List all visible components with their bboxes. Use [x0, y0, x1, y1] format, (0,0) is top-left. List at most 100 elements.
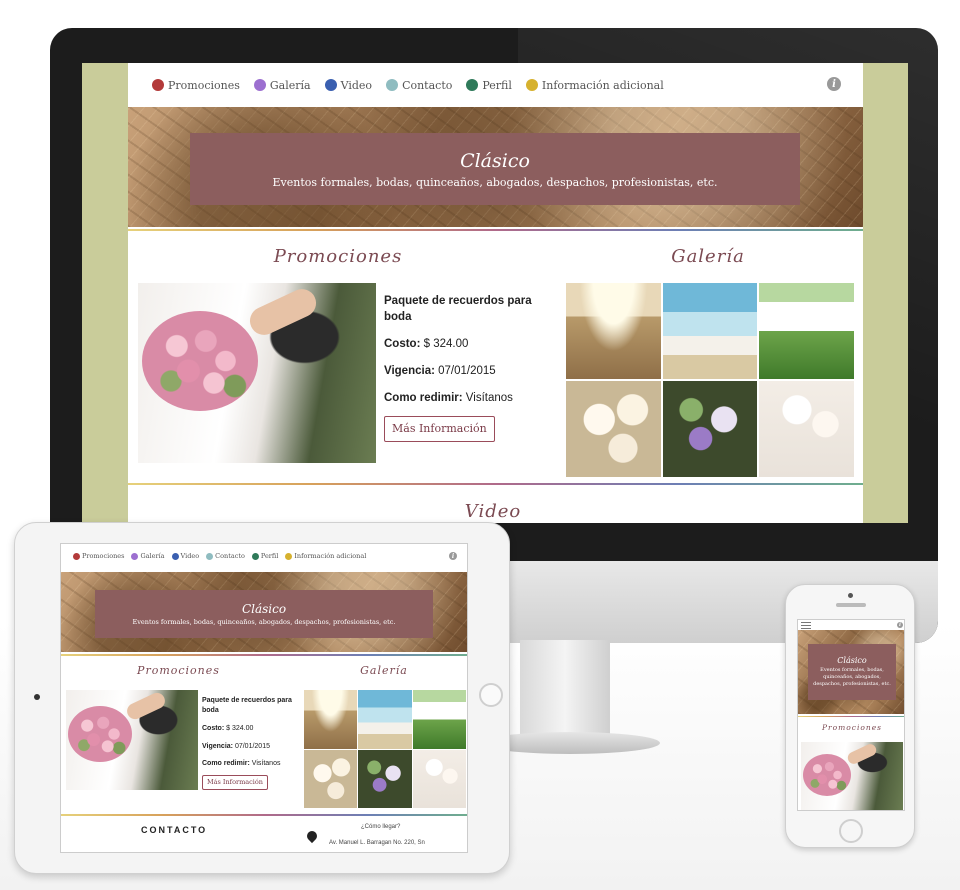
promo-image-arm: [245, 284, 321, 340]
monitor-stand: [520, 640, 610, 740]
profile-icon: [466, 79, 479, 91]
promo-image: [801, 742, 903, 810]
promo-validity-value: 07/01/2015: [234, 742, 270, 750]
gallery-photo[interactable]: [412, 749, 466, 808]
nav-item-informacion[interactable]: Información adicional: [525, 79, 664, 92]
contact-icon: [206, 552, 214, 560]
section-divider: [61, 654, 467, 656]
gallery-photo[interactable]: [759, 283, 854, 379]
phone-screen: i Clásico Eventos formales, bodas, quinc…: [797, 619, 905, 811]
nav-label: Video: [180, 552, 200, 560]
device-mockup-scene: Promociones Galería Video Contacto Perfi…: [0, 0, 960, 890]
promo-validity: Vigencia: 07/01/2015: [202, 742, 298, 752]
desktop-site: Promociones Galería Video Contacto Perfi…: [128, 63, 863, 523]
hero-title: Clásico: [241, 602, 287, 616]
gallery-photo[interactable]: [566, 381, 661, 477]
video-heading: Video: [464, 501, 522, 522]
hero-banner: Clásico Eventos formales, bodas, quincea…: [95, 590, 433, 638]
contacto-heading: CONTACTO: [141, 825, 208, 835]
nav-item-contacto[interactable]: Contacto: [206, 552, 245, 560]
promo-cost-label: Costo:: [202, 725, 225, 732]
contact-icon: [386, 79, 399, 91]
promociones-heading: Promociones: [273, 246, 403, 267]
tablet-device: Promociones Galería Video Contacto Perfi…: [14, 522, 510, 874]
gallery-photo[interactable]: [304, 749, 358, 808]
nav-item-contacto[interactable]: Contacto: [386, 79, 452, 92]
nav-item-galeria[interactable]: Galería: [253, 79, 311, 92]
gallery-photo[interactable]: [662, 381, 758, 477]
gallery-photo[interactable]: [759, 381, 854, 477]
promo-validity-value: 07/01/2015: [438, 365, 496, 377]
gallery-photo[interactable]: [358, 690, 412, 749]
promo-redeem-value: Visítanos: [251, 760, 281, 767]
hero-banner: Clásico Eventos formales, bodas, quincea…: [190, 133, 800, 205]
video-icon: [171, 552, 179, 560]
promo-validity: Vigencia: 07/01/2015: [384, 363, 554, 379]
tablet-screen: Promociones Galería Video Contacto Perfi…: [60, 543, 468, 853]
gallery-photo[interactable]: [662, 283, 758, 379]
gallery-icon: [131, 552, 139, 560]
nav-label: Información adicional: [294, 552, 367, 560]
nav-label: Contacto: [402, 78, 453, 92]
nav-item-video[interactable]: Video: [171, 552, 200, 560]
info-button[interactable]: i: [827, 77, 841, 91]
promo-image-arm: [845, 742, 879, 766]
hero-title: Clásico: [460, 149, 530, 172]
promo-cost-value: $ 324.00: [226, 725, 254, 732]
tablet-camera: [34, 694, 40, 700]
phone-device: i Clásico Eventos formales, bodas, quinc…: [785, 584, 915, 848]
hamburger-menu-icon[interactable]: [801, 622, 811, 629]
promo-cost: Costo: $ 324.00: [202, 724, 298, 734]
nav-item-promociones[interactable]: Promociones: [152, 79, 240, 92]
hero: Clásico Eventos formales, bodas, quincea…: [128, 107, 863, 227]
nav-item-perfil[interactable]: Perfil: [466, 79, 512, 92]
hero: Clásico Eventos formales, bodas, quincea…: [61, 572, 467, 652]
nav-item-promociones[interactable]: Promociones: [73, 552, 124, 560]
promo-image: [138, 283, 376, 463]
more-info-button[interactable]: Más Información: [202, 774, 268, 790]
gallery-photo[interactable]: [358, 749, 412, 808]
top-nav: Promociones Galería Video Contacto Perfi…: [61, 544, 467, 568]
nav-label: Promociones: [168, 78, 240, 92]
section-divider: [798, 716, 904, 717]
tablet-home-button: [479, 683, 503, 707]
promo-validity-label: Vigencia:: [384, 365, 435, 377]
contact-question: ¿Cómo llegar?: [361, 824, 401, 830]
gift-icon: [73, 552, 80, 560]
nav-item-video[interactable]: Video: [324, 79, 372, 92]
gallery-photo[interactable]: [412, 690, 466, 749]
nav-item-informacion[interactable]: Información adicional: [285, 552, 366, 560]
info-button[interactable]: i: [449, 552, 457, 560]
video-icon: [324, 79, 337, 91]
profile-icon: [251, 552, 259, 560]
promo-redeem: Como redimir: Visítanos: [202, 759, 298, 769]
hero-subtitle: Eventos formales, bodas, quinceaños, abo…: [272, 175, 718, 189]
promociones-heading: Promociones: [137, 664, 220, 677]
hero-banner: Clásico Eventos formales, bodas, quincea…: [808, 644, 896, 700]
nav-label: Galería: [140, 552, 165, 560]
nav-item-galeria[interactable]: Galería: [131, 552, 165, 560]
nav-item-perfil[interactable]: Perfil: [251, 552, 278, 560]
hero: Clásico Eventos formales, bodas, quincea…: [798, 630, 904, 714]
promo-redeem-value: Visítanos: [465, 392, 513, 404]
galeria-heading: Galería: [671, 246, 745, 267]
gallery-photo[interactable]: [304, 690, 358, 749]
desktop-screen: Promociones Galería Video Contacto Perfi…: [82, 63, 908, 523]
phone-speaker: [836, 603, 866, 607]
mobile-top-bar: i: [798, 620, 904, 630]
gallery-grid: [304, 690, 466, 808]
phone-home-button: [839, 819, 863, 843]
promo-validity-label: Vigencia:: [202, 742, 233, 750]
promociones-heading: Promociones: [821, 723, 882, 732]
promo-cost: Costo: $ 324.00: [384, 336, 554, 352]
promo-title: Paquete de recuerdos para boda: [202, 697, 292, 714]
more-info-button[interactable]: Más Información: [384, 416, 495, 442]
phone-camera: [848, 593, 853, 598]
location-pin-icon: [304, 828, 320, 844]
info-icon: [285, 552, 293, 560]
gallery-photo[interactable]: [566, 283, 661, 379]
gallery-grid: [566, 283, 854, 477]
nav-label: Contacto: [215, 552, 245, 560]
nav-label: Perfil: [482, 78, 512, 92]
info-button[interactable]: i: [897, 622, 903, 628]
